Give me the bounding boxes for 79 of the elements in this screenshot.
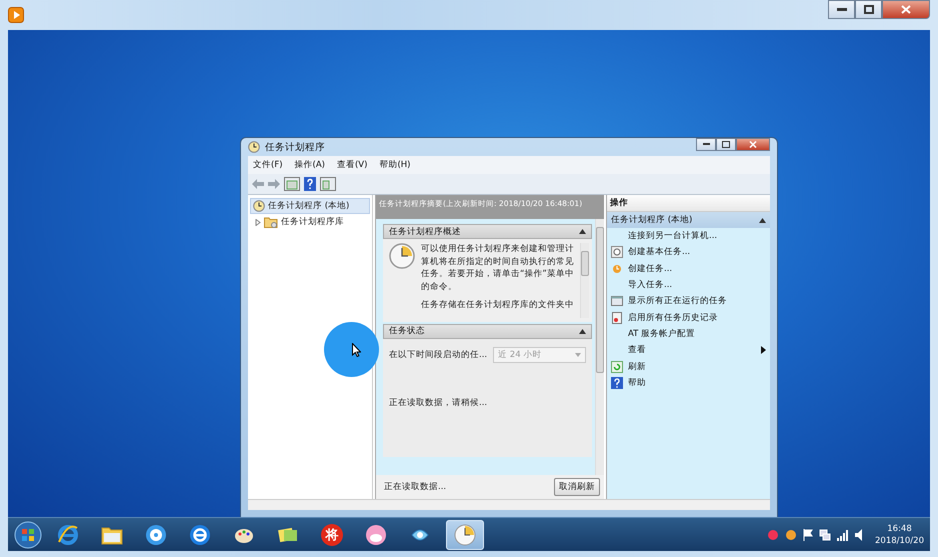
menu-item[interactable]: 操作(A) — [294, 159, 325, 171]
section-header[interactable]: 任务状态 — [383, 324, 592, 338]
actions-header: 操作 — [607, 195, 770, 212]
close-button[interactable] — [736, 138, 770, 151]
action-item[interactable]: 启用所有任务历史记录 — [607, 309, 770, 326]
description-text: 任务存储在任务计划程序库的文件夹中 — [421, 299, 574, 312]
clock-icon — [611, 262, 623, 275]
minimize-icon — [836, 8, 846, 12]
scrollbar[interactable] — [580, 243, 589, 318]
window-title: 任务计划程序 — [265, 140, 325, 154]
flag-icon[interactable] — [803, 528, 813, 540]
action-item[interactable]: AT 服务帐户配置 — [607, 326, 770, 342]
close-icon — [901, 5, 911, 14]
help-icon[interactable] — [304, 177, 316, 191]
play-icon — [8, 7, 24, 23]
app-icon — [365, 524, 387, 546]
maximize-button[interactable] — [716, 138, 736, 151]
section-header[interactable]: 任务计划程序概述 — [383, 224, 592, 239]
menu-item[interactable]: 文件(F) — [253, 159, 283, 171]
collapse-arrow-icon — [579, 229, 586, 234]
menu-item[interactable]: 查看(V) — [336, 159, 368, 171]
clock-icon — [454, 524, 476, 546]
close-icon — [749, 141, 757, 148]
taskbar-app-button[interactable] — [446, 520, 484, 550]
action-item[interactable]: 导入任务... — [607, 276, 770, 294]
status-text: 正在读取数据... — [384, 481, 446, 493]
maximize-button[interactable] — [855, 0, 882, 19]
folder-icon — [101, 524, 123, 544]
tree-item[interactable]: 任务计划程序 (本地) — [250, 198, 370, 214]
help-icon — [611, 376, 623, 389]
document-icon — [611, 312, 623, 324]
menu-item[interactable]: 帮助(H) — [379, 159, 410, 171]
window-list-icon — [611, 295, 623, 308]
action-item[interactable]: 显示所有正在运行的任务 — [607, 293, 770, 310]
maximize-icon — [722, 141, 730, 148]
action-item[interactable]: 创建基本任务... — [607, 244, 770, 261]
minimize-icon — [702, 143, 710, 146]
clock-time: 16:48 — [887, 522, 912, 534]
collapse-arrow-icon — [579, 328, 586, 334]
panel-icon[interactable] — [320, 177, 336, 191]
close-button[interactable] — [882, 0, 930, 19]
tray-icon[interactable] — [767, 528, 779, 540]
clock-icon — [389, 243, 415, 269]
signal-icon[interactable] — [837, 528, 849, 540]
filter-label: 在以下时间段启动的任... — [389, 348, 488, 360]
e-letter-icon — [57, 524, 79, 546]
folder-icon — [264, 216, 278, 228]
app-badge: 将 — [321, 524, 343, 546]
clock-icon — [253, 200, 265, 212]
clock-icon — [248, 141, 260, 153]
network-icon[interactable] — [819, 528, 831, 540]
action-group-header[interactable]: 任务计划程序 (本地) — [607, 212, 770, 228]
collapse-arrow-icon — [759, 218, 766, 222]
cursor-icon — [352, 343, 361, 357]
expander-arrow-icon[interactable] — [255, 218, 261, 226]
e-letter-icon — [189, 524, 211, 546]
maximize-icon — [864, 5, 874, 14]
tree-item[interactable]: 任务计划程序库 — [250, 214, 370, 230]
tray-icon[interactable] — [785, 528, 797, 540]
scrollbar[interactable] — [595, 219, 604, 475]
action-item[interactable]: 刷新 — [607, 358, 770, 375]
clock-date: 2018/10/20 — [875, 534, 924, 546]
action-item[interactable]: 连接到另一台计算机... — [607, 228, 770, 244]
loading-message: 正在读取数据，请稍候... — [389, 396, 488, 408]
panel-icon[interactable] — [284, 177, 300, 191]
submenu-arrow-icon — [761, 346, 766, 354]
cancel-refresh-button[interactable]: 取消刷新 — [554, 478, 600, 496]
taskbar-clock[interactable]: 16:48 2018/10/20 — [873, 522, 926, 546]
refresh-icon — [611, 360, 623, 373]
start-button[interactable] — [14, 520, 42, 548]
action-item[interactable]: 创建任务... — [607, 260, 770, 277]
wizard-icon — [611, 246, 623, 258]
dropdown-arrow-icon — [575, 352, 581, 356]
minimize-button[interactable] — [828, 0, 855, 19]
description-text: 可以使用任务计划程序来创建和管理计算机将在所指定的时间自动执行的常见任务。若要开始，请单击“操作”菜单中的命令。 — [421, 243, 574, 293]
action-item[interactable]: 帮助 — [607, 374, 770, 391]
minimize-button[interactable] — [696, 138, 716, 151]
action-item[interactable]: 查看 — [607, 342, 770, 358]
taskbar-app-button[interactable]: 将 — [314, 520, 350, 548]
